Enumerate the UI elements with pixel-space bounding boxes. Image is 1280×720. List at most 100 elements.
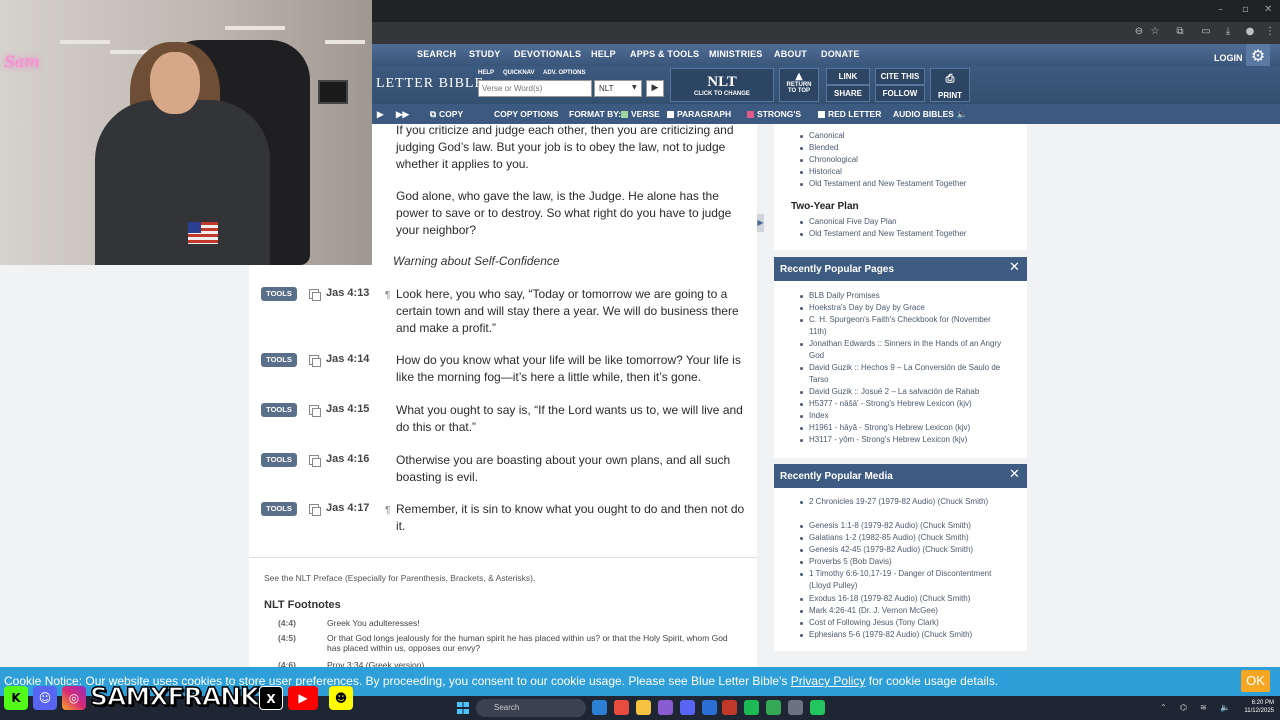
adv-options-link[interactable]: ADV. OPTIONS [543, 70, 585, 76]
popular-media-link[interactable]: Exodus 16-18 (1979-82 Audio) (Chuck Smit… [809, 593, 1009, 605]
tools-button[interactable]: TOOLS [261, 502, 297, 516]
strongs-toggle[interactable]: STRONG'S [747, 109, 801, 119]
plan-link[interactable]: Old Testament and New Testament Together [809, 178, 1009, 190]
footnote-ref[interactable]: (4:4) [278, 618, 296, 628]
preface-link[interactable]: See the NLT Preface (Especially for Pare… [264, 573, 535, 583]
red-letter-toggle[interactable]: RED LETTER [818, 109, 881, 119]
app-icon[interactable] [658, 700, 673, 715]
copy-verse-icon[interactable] [309, 455, 321, 467]
network-icon[interactable]: ⌬ [1180, 703, 1187, 712]
settings-icon[interactable] [788, 700, 803, 715]
share-button[interactable]: SHARE [826, 85, 870, 102]
taskbar-search[interactable]: Search [476, 699, 586, 717]
paragraph-format-toggle[interactable]: PARAGRAPH [667, 109, 731, 119]
return-to-top-button[interactable]: ▲ RETURN TO TOP [779, 68, 819, 102]
popular-media-link[interactable]: 1 Timothy 6:6-10,17-19 - Danger of Disco… [809, 568, 1009, 592]
nav-devotionals[interactable]: DEVOTIONALS [514, 49, 581, 59]
search-go-button[interactable]: ▶ [646, 80, 664, 97]
tools-button[interactable]: TOOLS [261, 403, 297, 417]
verse-ref[interactable]: Jas 4:13 [326, 287, 369, 299]
close-icon[interactable]: ✕ [1009, 467, 1020, 482]
plan-link[interactable]: Chronological [809, 154, 1009, 166]
tray-chevron-icon[interactable]: ⌃ [1160, 703, 1167, 712]
discord-icon[interactable] [680, 700, 695, 715]
audio-bibles-button[interactable]: AUDIO BIBLES 🔈 [893, 109, 967, 120]
nav-search[interactable]: SEARCH [417, 49, 456, 59]
play-icon[interactable]: ▶ [377, 109, 384, 120]
tools-button[interactable]: TOOLS [261, 453, 297, 467]
copy-options-button[interactable]: COPY OPTIONS [494, 109, 559, 119]
link-button[interactable]: LINK [826, 68, 870, 85]
popular-page-link[interactable]: Hoekstra's Day by Day by Grace [809, 302, 1009, 314]
verse-format-toggle[interactable]: VERSE [621, 109, 660, 119]
popular-page-link[interactable]: David Guzik :: Hechos 9 – La Conversión … [809, 362, 1009, 386]
login-link[interactable]: LOGIN [1214, 53, 1243, 63]
tools-button[interactable]: TOOLS [261, 287, 297, 301]
browser-menu-icon[interactable]: ⋮ [1264, 26, 1276, 38]
popular-page-link[interactable]: Jonathan Edwards :: Sinners in the Hands… [809, 338, 1009, 362]
footnote-ref[interactable]: (4:5) [278, 633, 296, 643]
cite-this-button[interactable]: CITE THIS [875, 68, 925, 85]
close-window-icon[interactable]: ✕ [1264, 4, 1272, 15]
popular-page-link[interactable]: David Guzik :: Josué 2 – La salvación de… [809, 386, 1009, 398]
nav-donate[interactable]: DONATE [821, 49, 860, 59]
extensions-icon[interactable]: ⧉ [1174, 26, 1186, 38]
close-icon[interactable]: ✕ [1009, 260, 1020, 275]
maximize-icon[interactable]: ▫ [1242, 4, 1249, 15]
spotify-icon[interactable] [744, 700, 759, 715]
follow-button[interactable]: FOLLOW [875, 85, 925, 102]
popular-media-link[interactable]: 2 Chronicles 19-27 (1979-82 Audio) (Chuc… [809, 496, 1009, 508]
chrome-icon[interactable] [614, 700, 629, 715]
nav-help[interactable]: HELP [591, 49, 616, 59]
search-input[interactable] [478, 80, 592, 97]
plan-link[interactable]: Historical [809, 166, 1009, 178]
popular-page-link[interactable]: C. H. Spurgeon's Faith's Checkbook for (… [809, 314, 1009, 338]
copy-button[interactable]: ⧉ COPY [430, 109, 463, 120]
copy-verse-icon[interactable] [309, 504, 321, 516]
popular-page-link[interactable]: BLB Daily Promises [809, 290, 1009, 302]
verse-ref[interactable]: Jas 4:16 [326, 453, 369, 465]
collapse-sidebar-icon[interactable]: ▶ [757, 214, 764, 232]
plan-link[interactable]: Canonical [809, 130, 1009, 142]
nav-ministries[interactable]: MINISTRIES [709, 49, 763, 59]
popular-media-link[interactable]: Genesis 42-45 (1979-82 Audio) (Chuck Smi… [809, 544, 1009, 556]
file-explorer-icon[interactable] [636, 700, 651, 715]
privacy-policy-link[interactable]: Privacy Policy [791, 674, 866, 688]
edge-icon[interactable] [592, 700, 607, 715]
site-logo[interactable]: LETTER BIBLE [376, 76, 484, 92]
fast-forward-icon[interactable]: ▶▶ [396, 109, 409, 120]
popular-media-link[interactable]: Proverbs 5 (Bob Davis) [809, 556, 1009, 568]
app-icon[interactable] [810, 700, 825, 715]
verse-ref[interactable]: Jas 4:17 [326, 502, 369, 514]
copy-verse-icon[interactable] [309, 289, 321, 301]
popular-media-link[interactable]: Galatians 1-2 (1982-85 Audio) (Chuck Smi… [809, 532, 1009, 544]
windows-start-icon[interactable] [457, 702, 469, 714]
tab-search-icon[interactable]: ▭ [1200, 26, 1212, 38]
plan-link[interactable]: Old Testament and New Testament Together [809, 228, 1009, 240]
volume-icon[interactable]: 🔈 [1220, 703, 1230, 712]
tools-button[interactable]: TOOLS [261, 353, 297, 367]
popular-media-link[interactable]: Mark 4:26-41 (Dr. J. Vernon McGee) [809, 605, 1009, 617]
popular-page-link[interactable]: Index [809, 410, 1009, 422]
plan-link[interactable]: Blended [809, 142, 1009, 154]
version-change-button[interactable]: NLT CLICK TO CHANGE [670, 68, 774, 102]
plan-link[interactable]: Canonical Five Day Plan [809, 216, 1009, 228]
chrome-icon[interactable] [766, 700, 781, 715]
help-link[interactable]: HELP [478, 70, 494, 76]
gear-icon[interactable]: ⚙ [1246, 44, 1270, 68]
zoom-icon[interactable]: ⊖ [1133, 26, 1145, 38]
nav-about[interactable]: ABOUT [774, 49, 807, 59]
copy-verse-icon[interactable] [309, 355, 321, 367]
quicknav-link[interactable]: QUICKNAV [503, 70, 535, 76]
minimize-icon[interactable]: – [1218, 4, 1223, 15]
nav-study[interactable]: STUDY [469, 49, 501, 59]
popular-media-link[interactable]: Cost of Following Jesus (Tony Clark) [809, 617, 1009, 629]
verse-ref[interactable]: Jas 4:15 [326, 403, 369, 415]
bookmark-star-icon[interactable]: ☆ [1149, 26, 1161, 38]
taskbar-clock[interactable]: 6:20 PM 11/12/2025 [1240, 699, 1274, 715]
copy-verse-icon[interactable] [309, 405, 321, 417]
obs-icon[interactable] [722, 700, 737, 715]
popular-media-link[interactable]: Ephesians 5-6 (1979-82 Audio) (Chuck Smi… [809, 629, 1009, 641]
cookie-ok-button[interactable]: OK [1241, 670, 1270, 692]
nav-apps-tools[interactable]: APPS & TOOLS [630, 49, 699, 59]
